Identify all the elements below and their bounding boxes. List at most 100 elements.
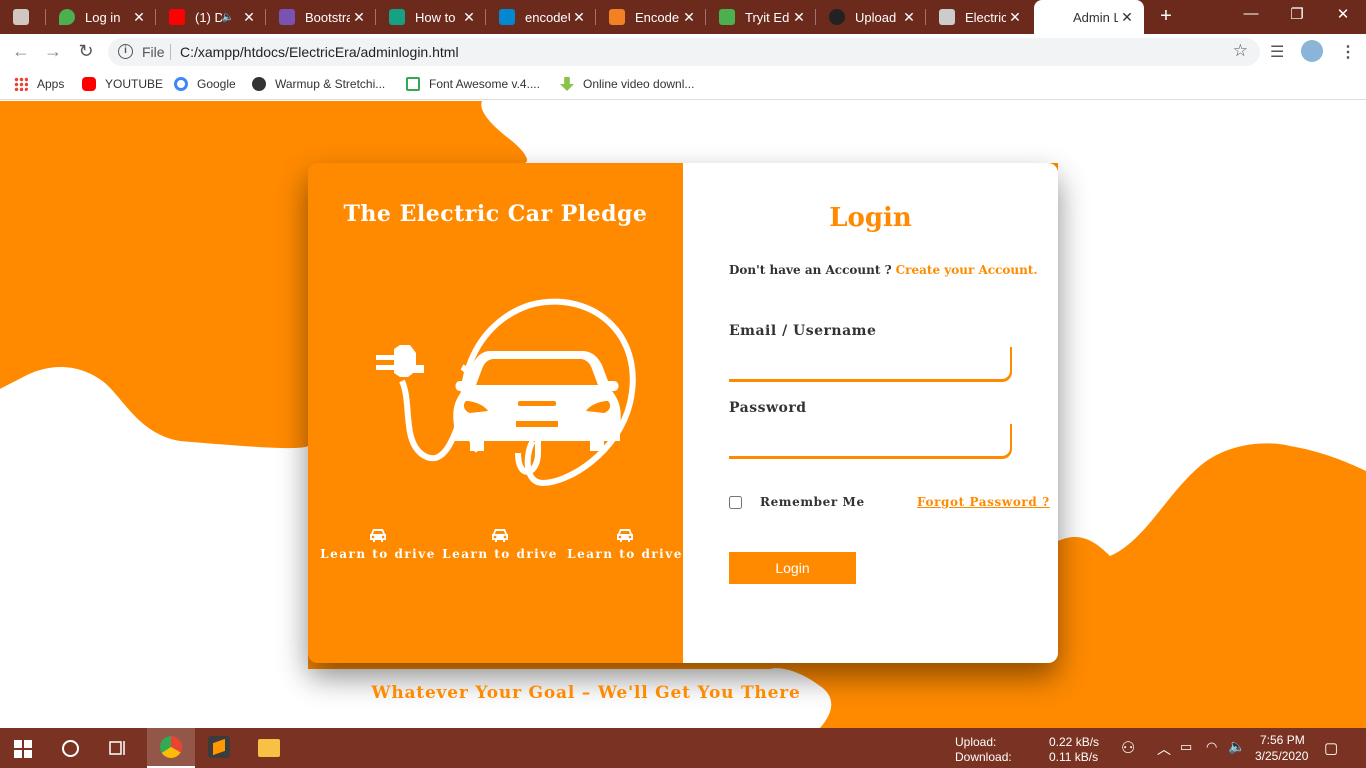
page-viewport: The Electric Car Pledge Learn to drive L… <box>0 101 1366 728</box>
login-button[interactable]: Login <box>729 552 856 584</box>
show-hidden-icons-chevron-icon[interactable]: ︿ <box>1157 739 1171 759</box>
bookmark-google[interactable]: Google <box>174 77 236 91</box>
people-icon[interactable]: ⚇ <box>1121 738 1135 758</box>
bookmark-label: Apps <box>37 77 65 91</box>
upload-speed: 0.22 kB/s <box>1049 735 1100 749</box>
close-tab-icon[interactable]: ✕ <box>460 9 478 26</box>
tab-login[interactable]: Log in ✕ <box>46 0 156 34</box>
volume-icon[interactable]: 🔈 <box>1228 738 1245 755</box>
url-text[interactable]: C:/xampp/htdocs/ElectricEra/adminlogin.h… <box>180 44 459 60</box>
profile-favicon-icon <box>13 9 29 25</box>
car-icon <box>370 529 386 542</box>
close-tab-icon[interactable]: ✕ <box>900 9 918 26</box>
bookmark-warmup[interactable]: Warmup & Stretchi... <box>252 77 385 91</box>
tab-title: Encode <box>635 9 680 25</box>
sublime-text-icon[interactable] <box>208 736 230 758</box>
login-form-panel: Login Don't have an Account ? Create your… <box>683 163 1058 663</box>
forward-arrow-icon[interactable]: → <box>42 41 64 62</box>
task-view-icon[interactable] <box>108 739 128 757</box>
clock-time[interactable]: 7:56 PM <box>1260 733 1305 747</box>
close-tab-icon[interactable]: ✕ <box>570 9 588 26</box>
file-explorer-icon[interactable] <box>258 739 280 757</box>
address-bar[interactable]: i File C:/xampp/htdocs/ElectricEra/admin… <box>108 38 1260 66</box>
mdn-icon <box>499 9 515 25</box>
tab-title: Electric <box>965 9 1006 25</box>
tab-profile[interactable] <box>0 0 46 34</box>
blank-favicon-icon <box>1047 9 1063 25</box>
tab-encodeuri[interactable]: encodeU ✕ <box>486 0 596 34</box>
github-icon <box>829 9 845 25</box>
car-icon <box>617 529 633 542</box>
bookmark-label: Font Awesome v.4.... <box>429 77 540 91</box>
car-icon <box>492 529 508 542</box>
bookmark-youtube[interactable]: YOUTUBE <box>82 77 163 91</box>
close-window-icon[interactable]: ✕ <box>1328 5 1358 23</box>
tab-title: Log in <box>85 9 121 25</box>
scheme-label: File <box>142 44 165 60</box>
tab-electric[interactable]: Electric ✕ <box>926 0 1032 34</box>
tab-title: Bootstra <box>305 9 350 25</box>
menu-kebab-icon[interactable]: ⋮ <box>1340 42 1356 62</box>
cortana-search-icon[interactable] <box>62 740 79 757</box>
bookmark-video-downloader[interactable]: Online video downl... <box>560 77 694 91</box>
tab-upload[interactable]: Upload ✕ <box>816 0 926 34</box>
bookmark-label: YOUTUBE <box>105 77 164 91</box>
forgot-password-link[interactable]: Forgot Password ? <box>917 495 1050 509</box>
tab-bootstrap[interactable]: Bootstra ✕ <box>266 0 376 34</box>
tab-how-to[interactable]: How to ✕ <box>376 0 486 34</box>
back-arrow-icon[interactable]: ← <box>10 41 32 62</box>
feature-learn-to-drive-1: Learn to drive <box>318 528 438 563</box>
bookmark-apps[interactable]: Apps <box>14 77 64 91</box>
tab-tryit[interactable]: Tryit Edi ✕ <box>706 0 816 34</box>
audio-playing-icon[interactable]: 🔈 <box>222 12 234 23</box>
close-tab-icon[interactable]: ✕ <box>680 9 698 26</box>
remember-me-checkbox[interactable] <box>729 495 742 509</box>
youtube-icon <box>169 9 185 25</box>
bookmarks-bar: Apps YOUTUBE Google Warmup & Stretchi...… <box>0 70 1366 100</box>
close-tab-icon[interactable]: ✕ <box>240 9 258 26</box>
download-label: Download: <box>955 750 1012 764</box>
stackoverflow-icon <box>609 9 625 25</box>
restore-icon[interactable]: ❐ <box>1282 5 1312 23</box>
chrome-icon[interactable] <box>160 736 182 758</box>
close-tab-icon[interactable]: ✕ <box>350 9 368 26</box>
action-center-icon[interactable]: ▢ <box>1324 739 1338 757</box>
info-icon[interactable]: i <box>118 44 133 59</box>
email-input[interactable] <box>729 347 1012 381</box>
new-tab-icon[interactable]: + <box>1155 5 1177 28</box>
profile-avatar[interactable] <box>1301 40 1323 62</box>
tagline: Whatever Your Goal – We'll Get You There <box>371 683 801 703</box>
download-arrow-icon <box>560 77 574 91</box>
tab-title: Upload <box>855 9 897 25</box>
bookmark-font-awesome[interactable]: Font Awesome v.4.... <box>406 77 540 91</box>
tab-encode[interactable]: Encode ✕ <box>596 0 706 34</box>
tab-admin-login[interactable]: Admin L ✕ <box>1034 0 1144 34</box>
w3schools-icon <box>719 9 735 25</box>
promo-panel: The Electric Car Pledge Learn to drive L… <box>308 163 683 663</box>
login-card: The Electric Car Pledge Learn to drive L… <box>308 163 1058 663</box>
account-prompt: Don't have an Account ? Create your Accou… <box>729 263 1038 277</box>
close-tab-icon[interactable]: ✕ <box>1118 9 1136 26</box>
tab-title: (1) D <box>195 9 222 25</box>
account-prompt-text: Don't have an Account ? <box>729 263 892 277</box>
hashnode-icon <box>389 9 405 25</box>
media-queue-icon[interactable]: ☰ <box>1270 42 1284 62</box>
windows-taskbar: Upload: Download: 0.22 kB/s 0.11 kB/s ⚇ … <box>0 728 1366 768</box>
windows-start-icon[interactable] <box>14 740 32 758</box>
create-account-link[interactable]: Create your Account. <box>896 263 1038 277</box>
minimize-icon[interactable]: — <box>1236 5 1266 22</box>
close-tab-icon[interactable]: ✕ <box>1006 9 1024 26</box>
close-tab-icon[interactable]: ✕ <box>130 9 148 26</box>
clock-date[interactable]: 3/25/2020 <box>1255 749 1308 763</box>
upload-label: Upload: <box>955 735 997 749</box>
wifi-icon[interactable]: ◠ <box>1206 739 1217 755</box>
warmup-icon <box>252 77 266 91</box>
bookmark-star-icon[interactable]: ☆ <box>1233 41 1248 61</box>
battery-icon[interactable]: ▭ <box>1180 739 1192 755</box>
reload-icon[interactable]: ↻ <box>75 41 97 62</box>
tab-title: How to <box>415 9 456 25</box>
tab-youtube[interactable]: (1) D 🔈 ✕ <box>156 0 266 34</box>
remember-me[interactable]: Remember Me <box>729 495 865 509</box>
password-input[interactable] <box>729 424 1012 458</box>
close-tab-icon[interactable]: ✕ <box>790 9 808 26</box>
